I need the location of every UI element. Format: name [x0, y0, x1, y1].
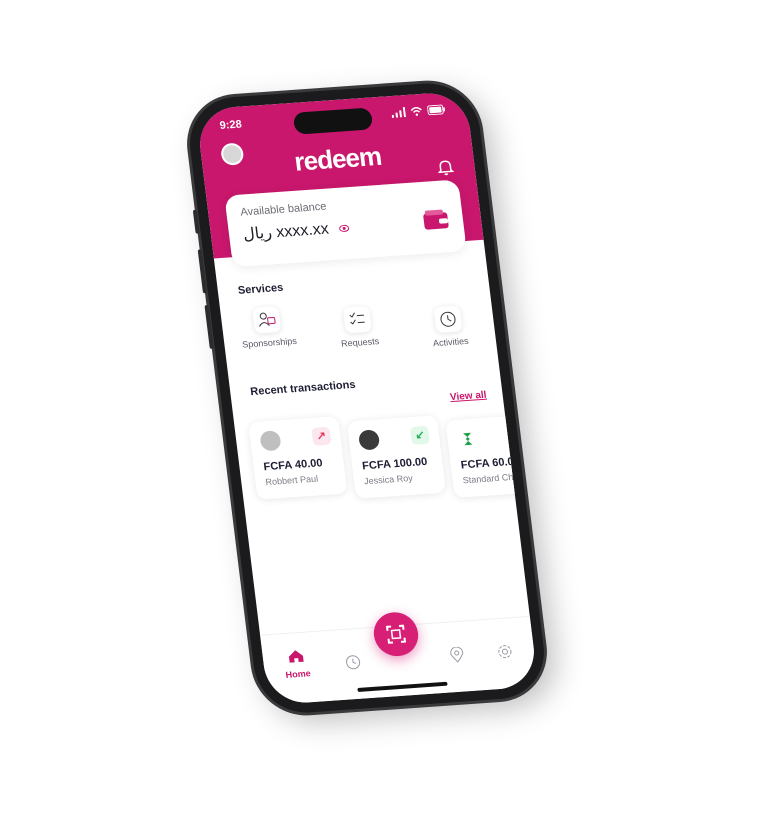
home-indicator	[357, 681, 448, 692]
nav-location[interactable]	[441, 646, 474, 669]
recent-transactions-title: Recent transactions	[249, 378, 357, 399]
bank-logo-icon	[463, 432, 473, 446]
wallet-icon[interactable]	[421, 208, 450, 232]
transaction-amount: FCFA 40.00	[262, 457, 324, 474]
status-time: 9:28	[219, 118, 243, 132]
balance-label: Available balance	[239, 200, 328, 219]
balance-card: Available balance ريال xxxx.xx	[224, 179, 467, 268]
service-label: Sponsorships	[241, 335, 298, 350]
avatar	[259, 430, 282, 452]
nav-settings[interactable]	[489, 643, 522, 666]
status-icons	[391, 104, 447, 121]
transaction-name: Robbert Paul	[264, 473, 319, 488]
service-requests[interactable]: Requests	[321, 304, 396, 350]
arrow-up-right-icon: ↗	[311, 426, 332, 446]
activities-icon	[433, 305, 463, 334]
phone-mockup: 9:28 redeem Available balance ريال xxxx.…	[184, 80, 550, 716]
signal-icon	[391, 107, 406, 118]
service-label: Activities	[432, 335, 470, 349]
notification-bell-icon[interactable]	[435, 158, 455, 177]
view-all-link[interactable]: View all	[449, 390, 487, 403]
transaction-name: Standard Ch	[462, 471, 514, 486]
nav-home[interactable]: Home	[280, 648, 314, 680]
avatar	[357, 429, 381, 451]
home-icon	[288, 650, 304, 663]
scan-button[interactable]	[371, 610, 421, 658]
transaction-amount: FCFA 100.00	[361, 455, 428, 473]
wifi-icon	[410, 107, 422, 116]
transaction-card[interactable]: ↙ FCFA 100.00 Jessica Roy	[346, 415, 447, 499]
nav-history[interactable]	[337, 653, 370, 676]
app-logo: redeem	[292, 140, 383, 177]
service-label: Requests	[340, 336, 380, 349]
location-icon	[450, 646, 464, 663]
requests-icon	[342, 305, 372, 334]
scan-icon	[385, 624, 407, 644]
balance-value: ريال xxxx.xx	[242, 220, 330, 244]
arrow-down-left-icon: ↙	[409, 425, 431, 445]
battery-icon	[427, 104, 446, 116]
sponsorships-icon	[252, 306, 282, 334]
eye-icon[interactable]	[339, 223, 350, 234]
settings-icon	[498, 645, 512, 659]
transaction-name: Jessica Roy	[363, 472, 414, 487]
nav-home-label: Home	[285, 668, 312, 680]
transaction-card[interactable]: ↗ FCFA 40.00 Robbert Paul	[248, 416, 348, 500]
service-activities[interactable]: Activities	[411, 304, 486, 350]
service-sponsorships[interactable]: Sponsorships	[230, 305, 305, 351]
transaction-card[interactable]: FCFA 60.00 Standard Ch	[445, 414, 539, 498]
clock-icon	[346, 655, 361, 670]
services-title: Services	[237, 281, 284, 297]
